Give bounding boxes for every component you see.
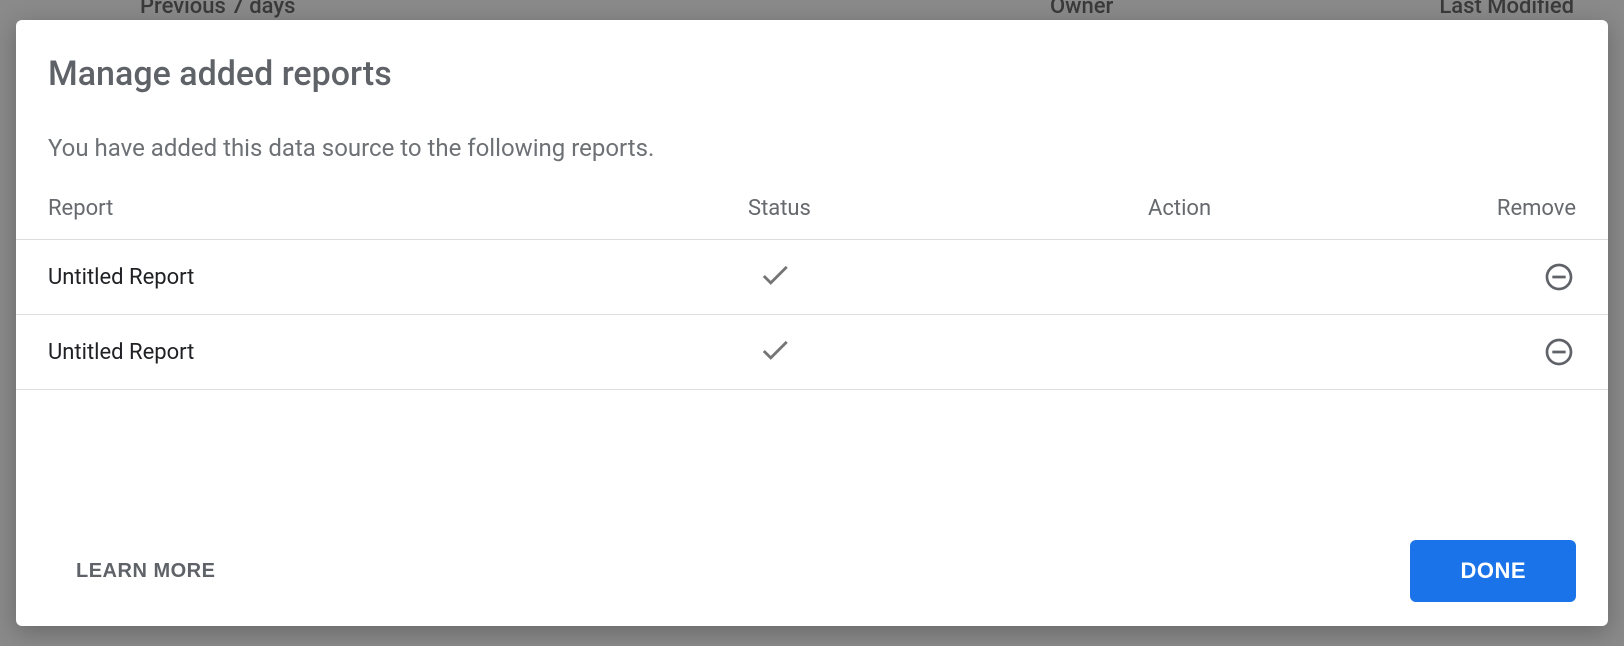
bg-section-label: Previous 7 days [140,0,295,19]
table-row: Untitled Report [16,315,1608,390]
bg-owner-label: Owner [1050,0,1113,19]
learn-more-button[interactable]: LEARN MORE [76,560,215,583]
check-icon [758,258,792,296]
done-button[interactable]: DONE [1410,540,1576,602]
table-row: Untitled Report [16,240,1608,315]
column-header-action: Action [898,196,1298,221]
column-header-status: Status [748,196,898,221]
remove-circle-icon [1543,336,1575,368]
dialog-title: Manage added reports [16,54,1608,124]
manage-reports-dialog: Manage added reports You have added this… [16,20,1608,626]
remove-button[interactable] [1542,260,1576,294]
column-header-report: Report [48,196,748,221]
report-name[interactable]: Untitled Report [48,340,748,365]
dialog-actions: LEARN MORE DONE [16,516,1608,626]
table-header: Report Status Action Remove [16,178,1608,240]
check-icon [758,333,792,371]
dialog-subtitle: You have added this data source to the f… [16,124,1608,178]
bg-lastmodified-label: Last Modified [1439,0,1574,19]
remove-button[interactable] [1542,335,1576,369]
report-name[interactable]: Untitled Report [48,265,748,290]
column-header-remove: Remove [1298,196,1576,221]
remove-circle-icon [1543,261,1575,293]
